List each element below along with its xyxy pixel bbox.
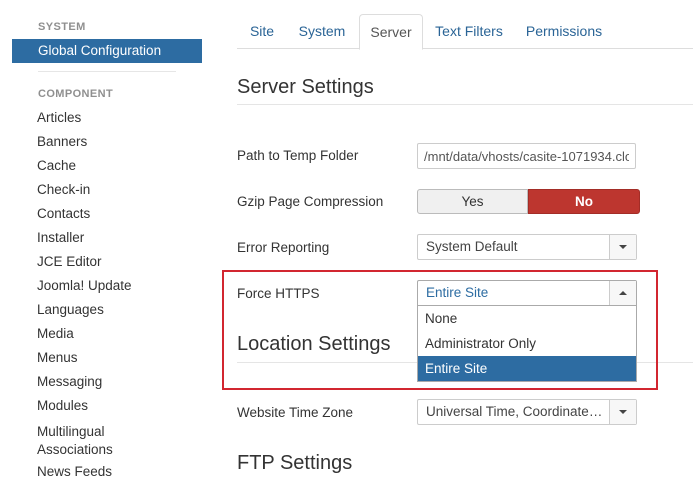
- gzip-toggle: Yes No: [417, 189, 640, 214]
- temp-folder-label: Path to Temp Folder: [237, 148, 359, 163]
- sidebar-item-modules[interactable]: Modules: [37, 394, 187, 418]
- tab-site[interactable]: Site: [237, 14, 287, 49]
- ftp-settings-title: FTP Settings: [237, 452, 353, 474]
- chevron-down-icon: [609, 235, 636, 259]
- timezone-label: Website Time Zone: [237, 405, 354, 420]
- gzip-label: Gzip Page Compression: [237, 194, 384, 209]
- sidebar-item-news-feeds[interactable]: News Feeds: [37, 460, 187, 484]
- timezone-value: Universal Time, Coordinated (UTC): [426, 404, 604, 419]
- sidebar-item-multilingual-associations[interactable]: Multilingual Associations: [37, 418, 127, 460]
- sidebar-item-joomla-update[interactable]: Joomla! Update: [37, 274, 187, 298]
- error-reporting-select[interactable]: System Default: [417, 234, 637, 260]
- sidebar-item-messaging[interactable]: Messaging: [37, 370, 187, 394]
- temp-folder-input[interactable]: [417, 143, 636, 169]
- sidebar-item-installer[interactable]: Installer: [37, 226, 187, 250]
- config-tabs: Site System Server Text Filters Permissi…: [237, 14, 693, 50]
- error-reporting-label: Error Reporting: [237, 240, 330, 255]
- sidebar-item-menus[interactable]: Menus: [37, 346, 187, 370]
- chevron-down-icon: [609, 400, 636, 424]
- server-settings-title: Server Settings: [237, 76, 374, 98]
- sidebar-item-jce-editor[interactable]: JCE Editor: [37, 250, 187, 274]
- sidebar-item-cache[interactable]: Cache: [37, 154, 187, 178]
- tab-permissions[interactable]: Permissions: [519, 14, 609, 49]
- server-settings-divider: [237, 104, 693, 105]
- highlight-annotation-box: [222, 270, 658, 390]
- sidebar-item-languages[interactable]: Languages: [37, 298, 187, 322]
- tab-server[interactable]: Server: [359, 14, 423, 50]
- sidebar-divider: [38, 71, 176, 72]
- sidebar-item-contacts[interactable]: Contacts: [37, 202, 187, 226]
- sidebar-item-media[interactable]: Media: [37, 322, 187, 346]
- gzip-no-button[interactable]: No: [528, 189, 640, 214]
- sidebar-item-check-in[interactable]: Check-in: [37, 178, 187, 202]
- sidebar-heading-system: SYSTEM: [38, 21, 86, 33]
- error-reporting-value: System Default: [426, 239, 518, 254]
- sidebar-heading-component: COMPONENT: [38, 88, 114, 100]
- gzip-yes-button[interactable]: Yes: [417, 189, 528, 214]
- timezone-select[interactable]: Universal Time, Coordinated (UTC): [417, 399, 637, 425]
- tab-text-filters[interactable]: Text Filters: [427, 14, 511, 49]
- sidebar-component-list: Articles Banners Cache Check-in Contacts…: [37, 106, 187, 484]
- sidebar-item-articles[interactable]: Articles: [37, 106, 187, 130]
- sidebar-item-global-configuration[interactable]: Global Configuration: [12, 39, 202, 63]
- tab-system[interactable]: System: [289, 14, 355, 49]
- sidebar-item-banners[interactable]: Banners: [37, 130, 187, 154]
